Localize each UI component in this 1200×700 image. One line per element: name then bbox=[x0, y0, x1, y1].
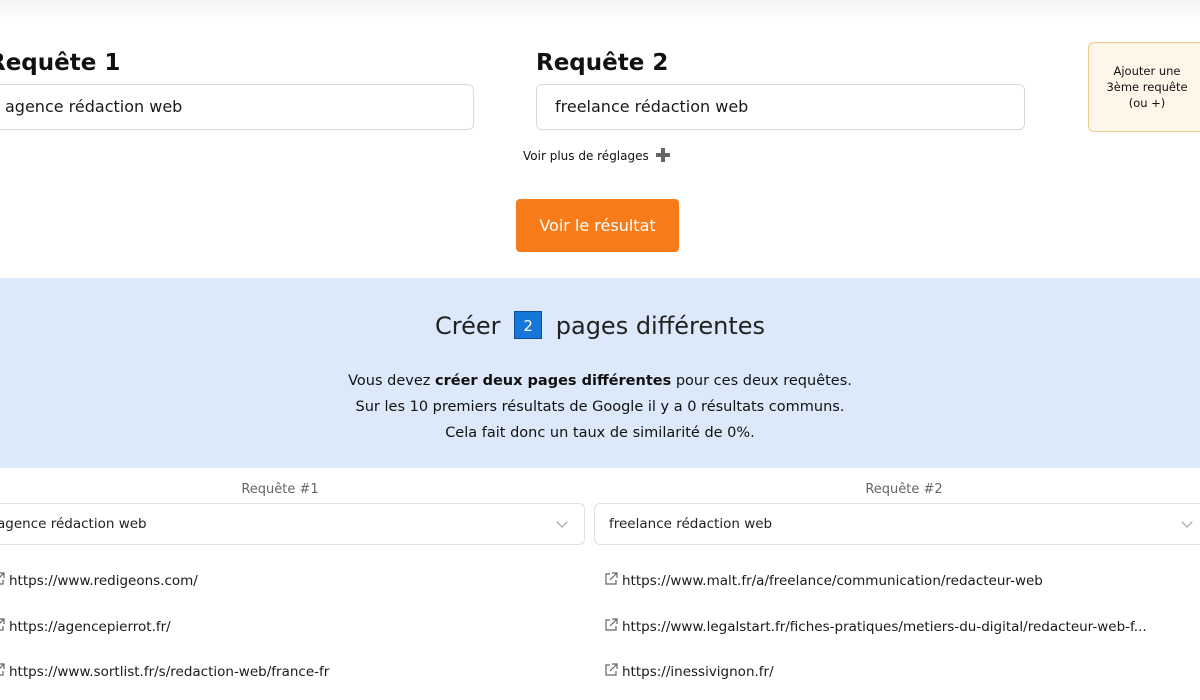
result-url-link[interactable]: https://agencepierrot.fr/ bbox=[9, 619, 171, 635]
column-1-selected: agence rédaction web bbox=[0, 516, 147, 532]
list-item: https://www.malt.fr/a/freelance/communic… bbox=[603, 571, 1043, 589]
external-link-icon bbox=[605, 663, 618, 676]
banner-title-suffix: pages différentes bbox=[555, 312, 766, 340]
banner-line-1-bold: créer deux pages différentes bbox=[434, 373, 672, 389]
list-item: https://agencepierrot.fr/ bbox=[0, 617, 171, 635]
external-link-icon bbox=[605, 618, 618, 631]
chevron-down-icon bbox=[556, 516, 568, 528]
list-item: https://www.legalstart.fr/fiches-pratiqu… bbox=[603, 617, 1147, 635]
banner-line-1: Vous devez créer deux pages différentes … bbox=[0, 368, 1200, 394]
banner-line-2: Sur les 10 premiers résultats de Google … bbox=[355, 399, 845, 415]
query-1-input[interactable]: agence rédaction web bbox=[0, 84, 474, 130]
result-url-link[interactable]: https://www.malt.fr/a/freelance/communic… bbox=[622, 573, 1043, 589]
add-query-line-2: 3ème requête bbox=[1106, 80, 1188, 94]
column-2-selected: freelance rédaction web bbox=[609, 516, 773, 532]
column-1-label: Requête #1 bbox=[241, 482, 319, 497]
column-1-select[interactable]: agence rédaction web bbox=[0, 503, 585, 545]
external-link-icon bbox=[605, 572, 618, 585]
chevron-down-icon bbox=[1181, 516, 1193, 528]
add-query-button[interactable]: Ajouter une 3ème requête (ou +) bbox=[1088, 42, 1200, 132]
external-link-icon bbox=[0, 618, 5, 631]
column-2-label: Requête #2 bbox=[865, 482, 943, 497]
page-count-badge: 2 bbox=[514, 311, 543, 339]
external-link-icon bbox=[0, 572, 5, 585]
column-2-select[interactable]: freelance rédaction web bbox=[594, 503, 1200, 545]
query-2-label: Requête 2 bbox=[536, 50, 669, 76]
external-link-icon bbox=[0, 663, 5, 676]
query-2-input[interactable]: freelance rédaction web bbox=[536, 84, 1025, 130]
see-result-button[interactable]: Voir le résultat bbox=[516, 199, 679, 252]
result-url-link[interactable]: https://www.sortlist.fr/s/redaction-web/… bbox=[9, 664, 329, 680]
more-settings-label: Voir plus de réglages bbox=[523, 149, 649, 163]
banner-line-1-end: pour ces deux requêtes. bbox=[671, 373, 852, 389]
more-settings-link[interactable]: Voir plus de réglages bbox=[523, 148, 670, 163]
add-query-line-1: Ajouter une bbox=[1113, 64, 1181, 78]
banner-title: Créer 2 pages différentes bbox=[0, 311, 1200, 340]
query-1-label: Requête 1 bbox=[0, 50, 121, 76]
top-shadow bbox=[0, 0, 1200, 20]
plus-icon bbox=[655, 148, 670, 162]
list-item: https://www.redigeons.com/ bbox=[0, 571, 198, 589]
banner-line-1-start: Vous devez bbox=[348, 373, 435, 389]
result-url-link[interactable]: https://inessivignon.fr/ bbox=[622, 664, 774, 680]
add-query-line-3: (ou +) bbox=[1128, 96, 1166, 110]
banner-title-prefix: Créer bbox=[434, 312, 501, 340]
banner-description: Vous devez créer deux pages différentes … bbox=[0, 368, 1200, 446]
banner-line-3: Cela fait donc un taux de similarité de … bbox=[445, 425, 755, 441]
result-url-link[interactable]: https://www.legalstart.fr/fiches-pratiqu… bbox=[622, 619, 1147, 635]
result-url-link[interactable]: https://www.redigeons.com/ bbox=[9, 573, 198, 589]
list-item: https://inessivignon.fr/ bbox=[603, 662, 774, 680]
list-item: https://www.sortlist.fr/s/redaction-web/… bbox=[0, 662, 329, 680]
